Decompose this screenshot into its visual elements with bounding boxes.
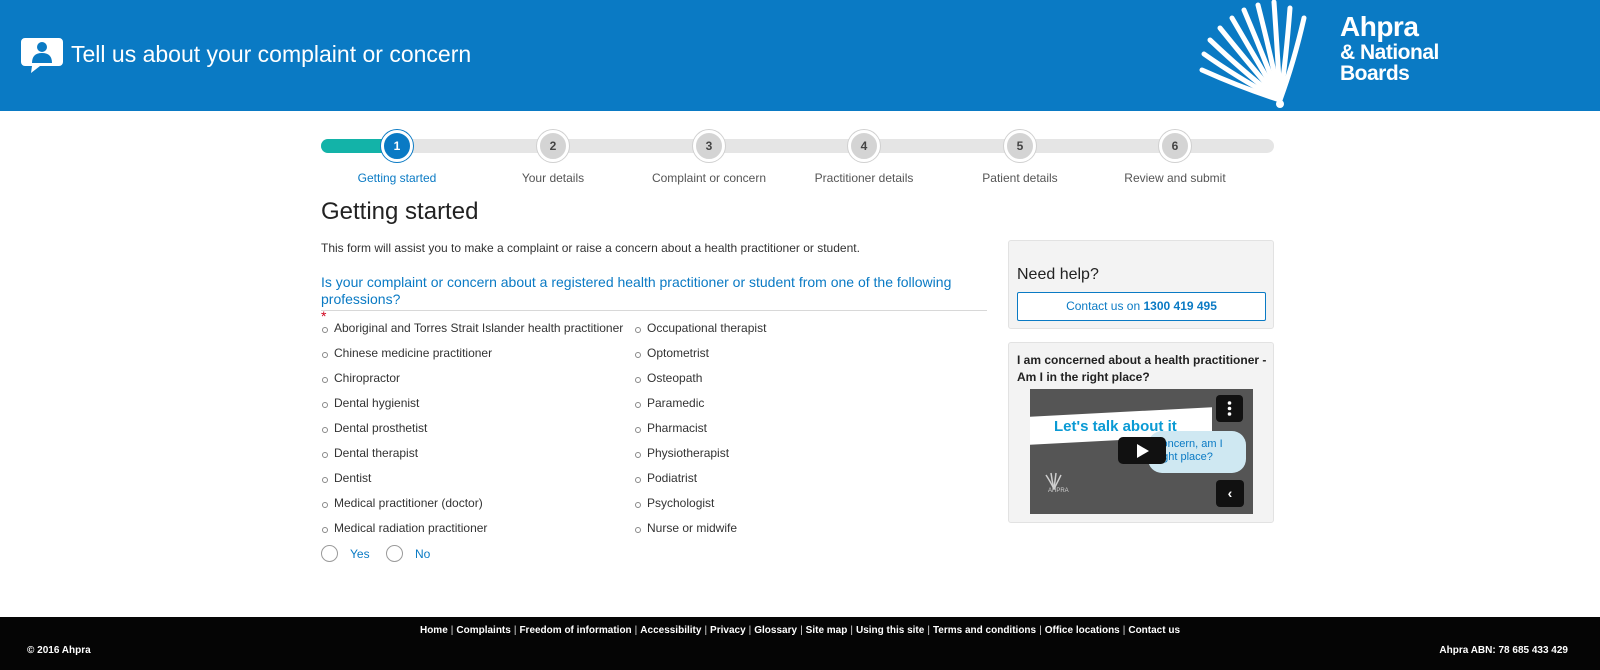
logo-text: Ahpra & National Boards (1340, 11, 1439, 85)
list-item: Dental hygienist (321, 395, 623, 420)
abn-text: Ahpra ABN: 78 685 433 429 (1439, 645, 1568, 656)
step-your-details[interactable]: 2 Your details (473, 128, 633, 185)
footer-link-site-map[interactable]: Site map (806, 625, 848, 636)
list-item: Podiatrist (634, 470, 766, 495)
step-label: Patient details (982, 171, 1058, 185)
list-item: Optometrist (634, 345, 766, 370)
radio-yes-label[interactable]: Yes (350, 547, 370, 561)
footer-link-office-locations[interactable]: Office locations (1045, 625, 1120, 636)
page-title: Getting started (321, 198, 479, 225)
professions-list-col2: Occupational therapist Optometrist Osteo… (634, 320, 766, 545)
page-footer: Home | Complaints | Freedom of information | A… (0, 617, 1600, 670)
footer-link-using-this-site[interactable]: Using this site (856, 625, 924, 636)
list-item: Dentist (321, 470, 623, 495)
copyright-text: © 2016 Ahpra (27, 645, 91, 656)
step-getting-started[interactable]: 1 Getting started (317, 128, 477, 185)
radio-no-label[interactable]: No (415, 547, 430, 561)
video-panel: I am concerned about a health practition… (1008, 342, 1274, 523)
step-number: 1 (381, 130, 413, 162)
question-text: Is your complaint or concern about a reg… (321, 274, 952, 307)
more-vertical-icon[interactable] (1216, 395, 1243, 422)
footer-link-home[interactable]: Home (420, 625, 448, 636)
ahpra-fan-logo-icon (1199, 0, 1307, 108)
step-number: 3 (693, 130, 725, 162)
list-item: Dental prosthetist (321, 420, 623, 445)
video-ahpra-logo: AHPRA (1042, 471, 1082, 495)
divider (321, 310, 987, 311)
ahpra-logo[interactable]: Ahpra & National Boards (1198, 0, 1448, 111)
list-item: Medical radiation practitioner (321, 520, 623, 545)
list-item: Paramedic (634, 395, 766, 420)
list-item: Nurse or midwife (634, 520, 766, 545)
list-item: Chinese medicine practitioner (321, 345, 623, 370)
list-item: Occupational therapist (634, 320, 766, 345)
step-review-and-submit[interactable]: 6 Review and submit (1095, 128, 1255, 185)
step-label: Complaint or concern (651, 171, 767, 185)
step-number: 2 (537, 130, 569, 162)
video-logo-text: AHPRA (1048, 488, 1069, 494)
page-header: Tell us about your complaint or concern … (0, 0, 1600, 111)
step-label: Review and submit (1124, 171, 1226, 185)
page-heading: Tell us about your complaint or concern (71, 41, 472, 67)
list-item: Osteopath (634, 370, 766, 395)
list-item: Physiotherapist (634, 445, 766, 470)
footer-link-privacy[interactable]: Privacy (710, 625, 746, 636)
kebab-dots-icon (1227, 401, 1232, 416)
professions-list-col1: Aboriginal and Torres Strait Islander he… (321, 320, 623, 545)
contact-prefix[interactable]: Contact us on (1066, 299, 1140, 313)
radio-yes-circle[interactable] (321, 545, 338, 562)
radio-no[interactable]: No (386, 545, 430, 562)
step-label: Practitioner details (814, 171, 914, 185)
radio-yes[interactable]: Yes (321, 545, 370, 562)
list-item: Medical practitioner (doctor) (321, 495, 623, 520)
profession-question: Is your complaint or concern about a reg… (321, 274, 991, 325)
need-help-panel: Need help? Contact us on 1300 419 495 (1008, 240, 1274, 329)
form-progress: 1 Getting started 2 Your details 3 Compl… (321, 128, 1274, 188)
list-item: Psychologist (634, 495, 766, 520)
step-patient-details[interactable]: 5 Patient details (940, 128, 1100, 185)
footer-link-glossary[interactable]: Glossary (754, 625, 797, 636)
list-item: Pharmacist (634, 420, 766, 445)
list-item: Dental therapist (321, 445, 623, 470)
step-number: 6 (1159, 130, 1191, 162)
footer-link-terms-and-conditions[interactable]: Terms and conditions (933, 625, 1036, 636)
step-complaint-or-concern[interactable]: 3 Complaint or concern (629, 128, 789, 185)
video-title: I am concerned about a health practition… (1017, 353, 1267, 384)
contact-phone[interactable]: 1300 419 495 (1143, 299, 1216, 313)
step-label: Your details (521, 171, 585, 185)
footer-link-accessibility[interactable]: Accessibility (640, 625, 701, 636)
list-item: Chiropractor (321, 370, 623, 395)
step-number: 5 (1004, 130, 1036, 162)
intro-text: This form will assist you to make a comp… (321, 241, 860, 255)
chevron-left-icon[interactable]: ‹ (1216, 480, 1244, 507)
step-practitioner-details[interactable]: 4 Practitioner details (784, 128, 944, 185)
step-label: Getting started (357, 171, 437, 185)
footer-link-complaints[interactable]: Complaints (456, 625, 510, 636)
radio-no-circle[interactable] (386, 545, 403, 562)
footer-links: Home | Complaints | Freedom of information | A… (419, 625, 1181, 636)
video-bubble-text: concern, am I right place? (1156, 438, 1223, 463)
help-title: Need help? (1017, 266, 1099, 283)
play-icon[interactable] (1118, 437, 1166, 464)
video-player[interactable]: Let's talk about it concern, am I right … (1030, 389, 1253, 514)
footer-link-contact-us[interactable]: Contact us (1128, 625, 1180, 636)
contact-us-button[interactable]: Contact us on 1300 419 495 (1017, 292, 1266, 321)
step-number: 4 (848, 130, 880, 162)
person-speech-bubble-icon (21, 38, 63, 73)
list-item: Aboriginal and Torres Strait Islander he… (321, 320, 623, 345)
footer-link-freedom-of-information[interactable]: Freedom of information (519, 625, 631, 636)
